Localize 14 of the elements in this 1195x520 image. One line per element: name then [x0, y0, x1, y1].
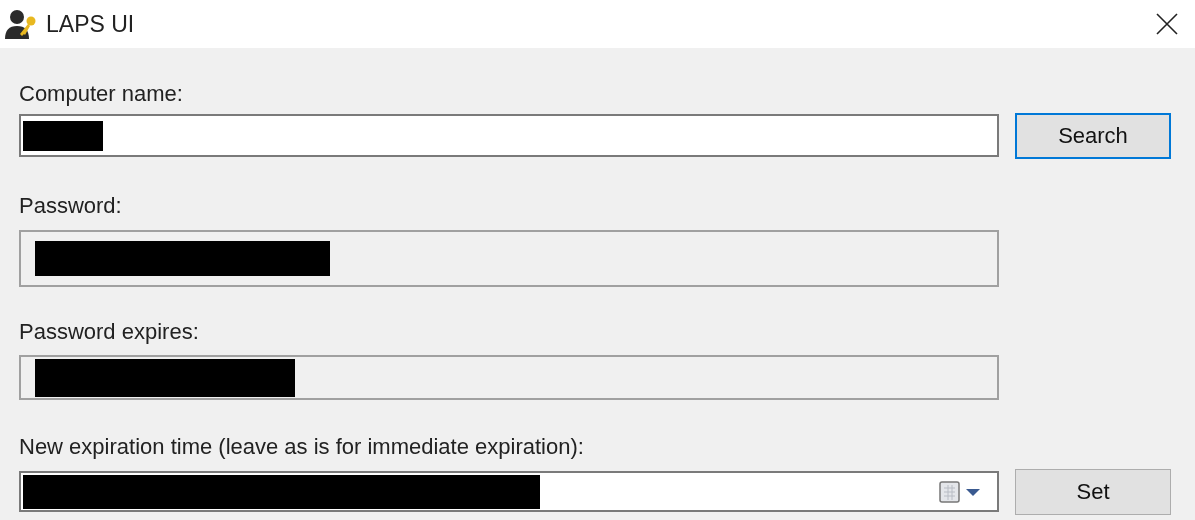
field-label: Password expires: [19, 319, 200, 345]
search-button[interactable]: Search [1015, 112, 1171, 159]
close-icon[interactable] [1155, 12, 1179, 36]
window-title: LAPS UI [46, 9, 135, 39]
input-field[interactable] [19, 230, 999, 287]
date-picker-field[interactable] [19, 471, 999, 512]
field-label: New expiration time (leave as is for immediate expiration): [19, 434, 585, 460]
set-button[interactable]: Set [1015, 468, 1171, 515]
calendar-dropdown-icon[interactable] [939, 479, 983, 504]
field-label: Computer name: [19, 81, 184, 107]
input-field[interactable] [19, 114, 999, 157]
field-label: Password: [19, 193, 123, 219]
input-field[interactable] [19, 355, 999, 400]
user-key-icon [4, 8, 38, 40]
